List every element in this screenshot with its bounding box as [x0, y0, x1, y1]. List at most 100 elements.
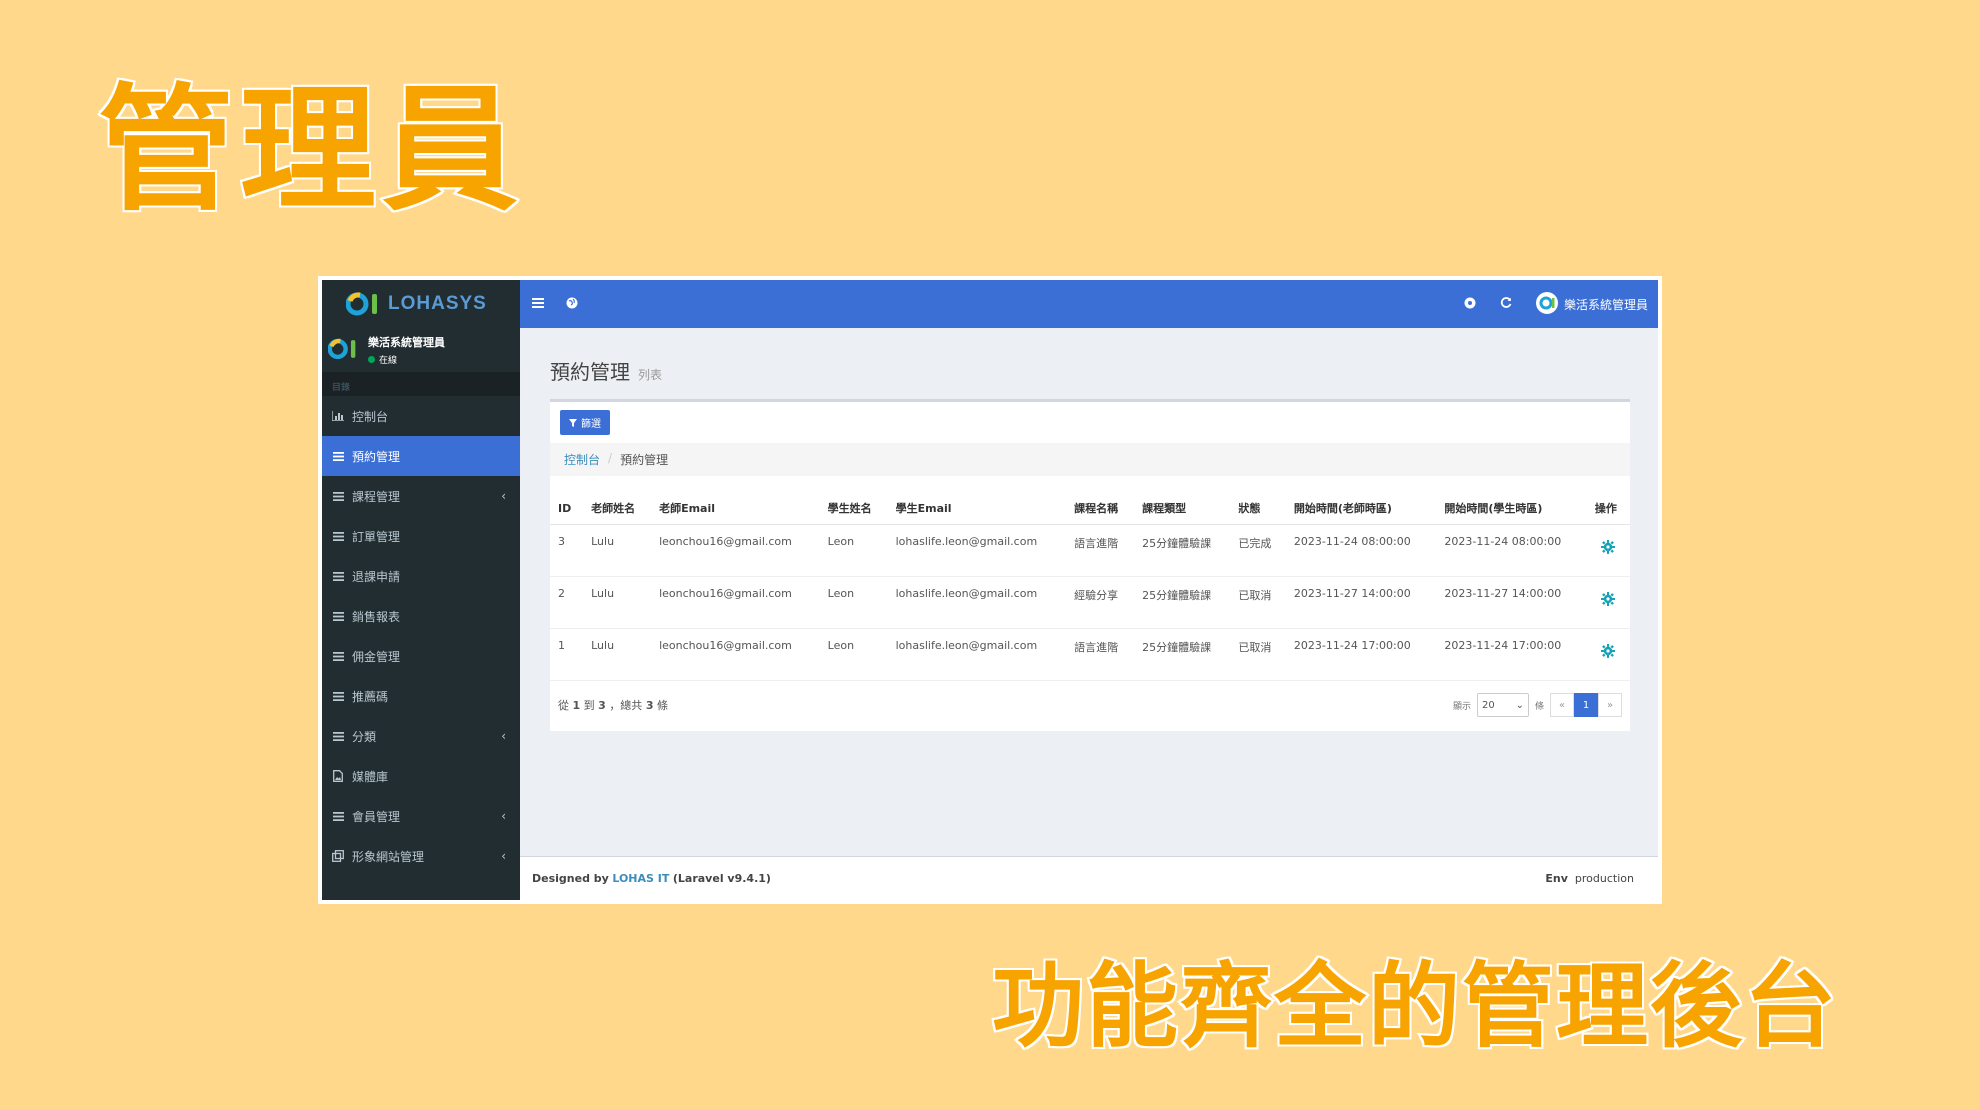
promo-title-top: 管理員 — [96, 70, 524, 232]
column-header: 操作 — [1586, 490, 1630, 525]
per-page-unit: 條 — [1534, 701, 1544, 712]
column-header: 老師姓名 — [583, 490, 652, 525]
table-row: 3 Lulu leonchou16@gmail.com Leon lohaslife.l… — [550, 524, 1630, 577]
refresh-icon[interactable] — [1500, 296, 1512, 312]
table-cell: Leon — [819, 524, 888, 577]
sidebar-item-label: 推薦碼 — [352, 689, 389, 704]
table-cell: Leon — [819, 576, 888, 629]
sidebar-item[interactable]: 銷售報表 — [322, 596, 520, 636]
user-name: 樂活系統管理員 — [368, 336, 445, 349]
menu-header: 目錄 — [322, 372, 520, 396]
chevron-left-icon: ‹ — [501, 809, 506, 823]
page-button-current[interactable]: 1 — [1574, 693, 1598, 717]
bars-icon — [332, 731, 344, 741]
breadcrumb-home[interactable]: 控制台 — [564, 451, 600, 468]
bars-icon — [332, 531, 344, 541]
sidebar-item[interactable]: 退課申請 — [322, 556, 520, 596]
next-page-button[interactable]: » — [1598, 693, 1622, 717]
table-cell: 2 — [550, 576, 584, 629]
per-page-value: 20 — [1481, 699, 1495, 711]
online-dot-icon — [368, 356, 375, 363]
column-header: 課程名稱 — [1066, 490, 1135, 525]
topbar-user-name: 樂活系統管理員 — [1563, 297, 1648, 312]
globe-icon[interactable] — [566, 297, 578, 312]
table-cell: Lulu — [583, 576, 652, 629]
table-cell: 2023-11-27 14:00:00 — [1436, 576, 1587, 629]
table-cell: Lulu — [583, 524, 652, 577]
main-area: 樂活系統管理員 預約管理 列表 篩選 控制台 / 預約管理 ID 老師姓名 老師… — [520, 280, 1658, 900]
row-actions — [1586, 576, 1630, 629]
table-cell: 已完成 — [1230, 524, 1286, 577]
chevron-left-icon: ‹ — [501, 729, 506, 743]
data-box: 篩選 控制台 / 預約管理 ID 老師姓名 老師Email 學生姓名 學生Email 課程… — [550, 399, 1630, 731]
chevron-left-icon: ‹ — [501, 489, 506, 503]
sidebar-item-label: 形象網站管理 — [352, 849, 425, 864]
sidebar-item[interactable]: 媒體庫 — [322, 756, 520, 796]
sidebar-item[interactable]: 推薦碼 — [322, 676, 520, 716]
table-cell: lohaslife.leon@gmail.com — [887, 524, 1067, 577]
table-cell: 2023-11-24 08:00:00 — [1436, 524, 1587, 577]
logo[interactable]: LOHASYS — [322, 280, 520, 328]
user-status: 在線 — [368, 353, 445, 366]
table-cell: leonchou16@gmail.com — [651, 524, 820, 577]
footer-framework: (Laravel v9.4.1) — [672, 872, 771, 885]
table-cell: 2023-11-27 14:00:00 — [1285, 576, 1437, 629]
breadcrumb: 控制台 / 預約管理 — [550, 443, 1630, 476]
filter-button[interactable]: 篩選 — [560, 410, 610, 435]
table-cell: 1 — [550, 628, 584, 681]
sidebar-item[interactable]: 預約管理 — [322, 436, 520, 476]
bookings-table: ID 老師姓名 老師Email 學生姓名 學生Email 課程名稱 課程類型 狀態 開始時間(老… — [550, 490, 1630, 681]
app-footer: Designed by LOHAS IT (Laravel v9.4.1) En… — [520, 856, 1658, 900]
menu-toggle-icon[interactable] — [532, 297, 544, 311]
gear-icon[interactable] — [1601, 539, 1616, 558]
per-page-select[interactable]: 20 ⌄ — [1476, 693, 1529, 717]
table-footer: 從 1 到 3 ，總共 3 條 顯示 20 ⌄ 條 « 1 » — [550, 681, 1630, 731]
table-cell: Leon — [819, 628, 888, 681]
clone-icon — [332, 850, 344, 862]
logo-icon — [346, 292, 380, 316]
sidebar-item[interactable]: 形象網站管理 ‹ — [322, 836, 520, 876]
bars-icon — [332, 571, 344, 581]
sidebar-item[interactable]: 課程管理 ‹ — [322, 476, 520, 516]
prev-page-button[interactable]: « — [1550, 693, 1574, 717]
table-body: 3 Lulu leonchou16@gmail.com Leon lohaslife.l… — [550, 524, 1630, 681]
sidebar-item[interactable]: 分類 ‹ — [322, 716, 520, 756]
table-cell: lohaslife.leon@gmail.com — [887, 628, 1067, 681]
table-cell: 25分鐘體驗課 — [1134, 576, 1231, 629]
theme-icon[interactable] — [1464, 297, 1476, 312]
topbar-user[interactable]: 樂活系統管理員 — [1535, 291, 1648, 317]
gear-icon[interactable] — [1601, 643, 1616, 662]
topbar: 樂活系統管理員 — [520, 280, 1658, 328]
sidebar-item-label: 訂單管理 — [352, 529, 401, 544]
footer-company-link[interactable]: LOHAS IT — [612, 872, 669, 885]
bars-icon — [332, 811, 344, 821]
row-actions — [1586, 628, 1630, 681]
sidebar: LOHASYS 樂活系統管理員 在線 目錄 控制台預約管理課程管理 ‹ 訂單管理退課… — [322, 280, 520, 900]
chevron-left-icon: ‹ — [501, 849, 506, 863]
sidebar-item[interactable]: 會員管理 ‹ — [322, 796, 520, 836]
sidebar-item[interactable]: 佣金管理 — [322, 636, 520, 676]
content: 預約管理 列表 篩選 控制台 / 預約管理 ID 老師姓名 老師Email 學生姓名學… — [520, 328, 1658, 856]
sidebar-item-label: 預約管理 — [352, 449, 401, 464]
column-header: 老師Email — [651, 490, 820, 525]
summary-to: 3 — [598, 699, 606, 712]
brand-name: LOHASYS — [388, 293, 487, 314]
sidebar-item-label: 銷售報表 — [352, 609, 401, 624]
sidebar-item[interactable]: 訂單管理 — [322, 516, 520, 556]
summary-from-label: 從 — [558, 699, 569, 712]
table-cell: 語言進階 — [1066, 628, 1135, 681]
sidebar-item-label: 會員管理 — [352, 809, 401, 824]
page-title: 預約管理 — [550, 360, 630, 384]
user-status-label: 在線 — [379, 356, 398, 366]
bars-icon — [332, 491, 344, 501]
gear-icon[interactable] — [1601, 591, 1616, 610]
table-cell: leonchou16@gmail.com — [651, 628, 820, 681]
column-header: 學生Email — [887, 490, 1067, 525]
summary-to-label: 到 — [583, 699, 595, 712]
sidebar-item-label: 媒體庫 — [352, 769, 389, 784]
table-cell: Lulu — [583, 628, 652, 681]
sidebar-item-label: 退課申請 — [352, 569, 401, 584]
table-cell: 2023-11-24 08:00:00 — [1285, 524, 1437, 577]
admin-window: LOHASYS 樂活系統管理員 在線 目錄 控制台 預約管理 課程管理 ‹ 訂單管理 退課… — [322, 280, 1658, 900]
sidebar-item[interactable]: 控制台 — [322, 396, 520, 436]
